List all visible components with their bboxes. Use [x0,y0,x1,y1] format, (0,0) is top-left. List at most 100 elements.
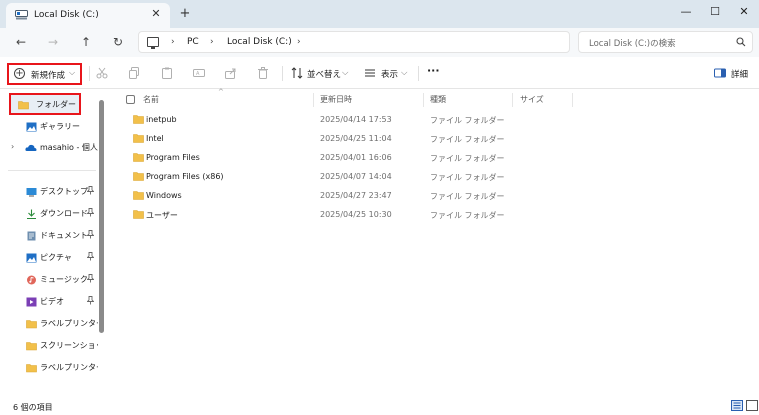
up-button[interactable]: ↑ [76,33,96,51]
pc-icon [147,37,159,49]
select-all-checkbox[interactable] [126,95,135,104]
sidebar-item-onedrive[interactable]: › masahio - 個人用 [0,138,100,158]
table-row[interactable]: inetpub 2025/04/14 17:53 ファイル フォルダー [110,111,759,130]
file-date: 2025/04/25 11:04 [320,134,392,143]
delete-icon[interactable] [257,67,269,79]
file-name: Program Files [146,153,200,162]
column-header-type[interactable]: 種類 [430,94,446,105]
table-row[interactable]: Intel 2025/04/25 11:04 ファイル フォルダー [110,130,759,149]
minimize-button[interactable]: — [671,3,701,21]
svg-text:A: A [196,71,200,77]
rename-icon[interactable]: A [193,67,205,79]
close-window-button[interactable]: ✕ [729,3,759,21]
sidebar-item-screenshots[interactable]: スクリーンショット [0,336,100,356]
chevron-right-icon[interactable]: › [11,142,14,151]
table-row[interactable]: Program Files (x86) 2025/04/07 14:04 ファイ… [110,168,759,187]
pin-icon[interactable] [87,186,94,195]
tab-title: Local Disk (C:) [34,10,99,20]
file-type: ファイル フォルダー [430,211,505,220]
new-button[interactable]: + 新規作成 ⌵ [7,63,82,85]
sidebar-item-label: ドキュメント [40,231,88,240]
column-header-date[interactable]: 更新日時 [320,94,352,105]
pin-icon[interactable] [87,208,94,217]
search-input[interactable]: Local Disk (C:)の検索 [578,31,753,53]
sort-button[interactable]: 並べ替え [307,68,341,80]
sidebar-item-pictures[interactable]: ピクチャ [0,248,100,268]
tab-close-icon[interactable]: ✕ [149,7,163,21]
table-row[interactable]: Program Files 2025/04/01 16:06 ファイル フォルダ… [110,149,759,168]
sidebar-item-label: フォルダー [36,100,76,109]
sidebar-item-label: スクリーンショット [40,341,98,350]
breadcrumb-separator: › [171,37,175,47]
pin-icon[interactable] [87,296,94,305]
breadcrumb-pc[interactable]: PC [187,36,199,49]
sidebar-item-label: ピクチャ [40,253,72,262]
details-button[interactable]: 詳細 [731,68,748,80]
breadcrumb-separator[interactable]: › [297,36,301,49]
column-divider[interactable] [313,93,314,107]
file-date: 2025/04/27 23:47 [320,191,392,200]
large-icons-view-button[interactable] [746,400,758,411]
column-divider[interactable] [572,93,573,107]
new-button-label: 新規作成 [31,71,66,81]
address-bar[interactable]: › PC › Local Disk (C:) › [138,31,570,53]
refresh-button[interactable]: ↻ [108,33,128,51]
plus-icon: + [14,68,25,79]
folder-icon [26,319,37,329]
column-divider[interactable] [423,93,424,107]
sidebar-item-gallery[interactable]: ギャラリー [0,117,100,137]
paste-icon[interactable] [161,67,173,79]
file-type: ファイル フォルダー [430,154,505,163]
divider [89,66,90,81]
share-icon[interactable] [225,67,237,79]
sidebar-scrollbar[interactable] [99,100,104,333]
details-view-button[interactable] [731,400,743,411]
more-options-button[interactable]: ··· [427,64,440,77]
file-name: ユーザー [146,211,178,220]
cut-icon[interactable] [96,67,108,79]
folder-icon [133,172,144,181]
sidebar-item-label-printer-2[interactable]: ラベルプリンタードライバー [0,358,100,378]
pin-icon[interactable] [87,274,94,283]
tab-local-disk[interactable]: Local Disk (C:) ✕ [6,3,170,28]
sidebar-item-label: masahio - 個人用 [40,143,98,152]
sidebar-item-label: ラベルプリンタードライバー [40,319,98,328]
column-header-name[interactable]: 名前 [143,94,159,105]
sidebar-item-downloads[interactable]: ダウンロード [0,204,100,224]
table-row[interactable]: ユーザー 2025/04/25 10:30 ファイル フォルダー [110,206,759,225]
pin-icon[interactable] [87,230,94,239]
breadcrumb-local-disk[interactable]: Local Disk (C:) [227,36,292,49]
column-divider[interactable] [512,93,513,107]
table-row[interactable]: Windows 2025/04/27 23:47 ファイル フォルダー [110,187,759,206]
view-list-icon [364,67,376,79]
item-count: 6 個の項目 [13,403,53,412]
file-date: 2025/04/07 14:04 [320,172,392,181]
sidebar-item-label: ミュージック [40,275,88,284]
view-button[interactable]: 表示 [381,68,398,80]
file-list: ^ 名前 更新日時 種類 サイズ inetpub 2025/04/14 17:5… [110,88,759,395]
pin-icon[interactable] [87,252,94,261]
sidebar-item-label: ラベルプリンタードライバー [40,363,98,372]
file-name: Program Files (x86) [146,172,224,181]
new-tab-button[interactable]: + [177,6,193,22]
sidebar-item-label-printer-1[interactable]: ラベルプリンタードライバー [0,314,100,334]
column-header-size[interactable]: サイズ [520,94,544,105]
sidebar-item-label: ダウンロード [40,209,88,218]
maximize-button[interactable]: ☐ [700,3,730,21]
file-type: ファイル フォルダー [430,116,505,125]
sidebar-item-documents[interactable]: ドキュメント [0,226,100,246]
back-button[interactable]: ← [11,33,31,51]
forward-button[interactable]: → [43,33,63,51]
sidebar-item-videos[interactable]: ビデオ [0,292,100,312]
file-type: ファイル フォルダー [430,173,505,182]
file-name: inetpub [146,115,177,124]
sidebar-item-desktop[interactable]: デスクトップ [0,182,100,202]
file-type: ファイル フォルダー [430,192,505,201]
folder-icon [26,341,37,351]
folder-icon [133,210,144,219]
sort-icon [291,67,303,79]
folder-icon [18,100,29,110]
copy-icon[interactable] [128,67,140,79]
sidebar-item-folders[interactable]: フォルダー [0,95,100,115]
sidebar-item-music[interactable]: ミュージック [0,270,100,290]
